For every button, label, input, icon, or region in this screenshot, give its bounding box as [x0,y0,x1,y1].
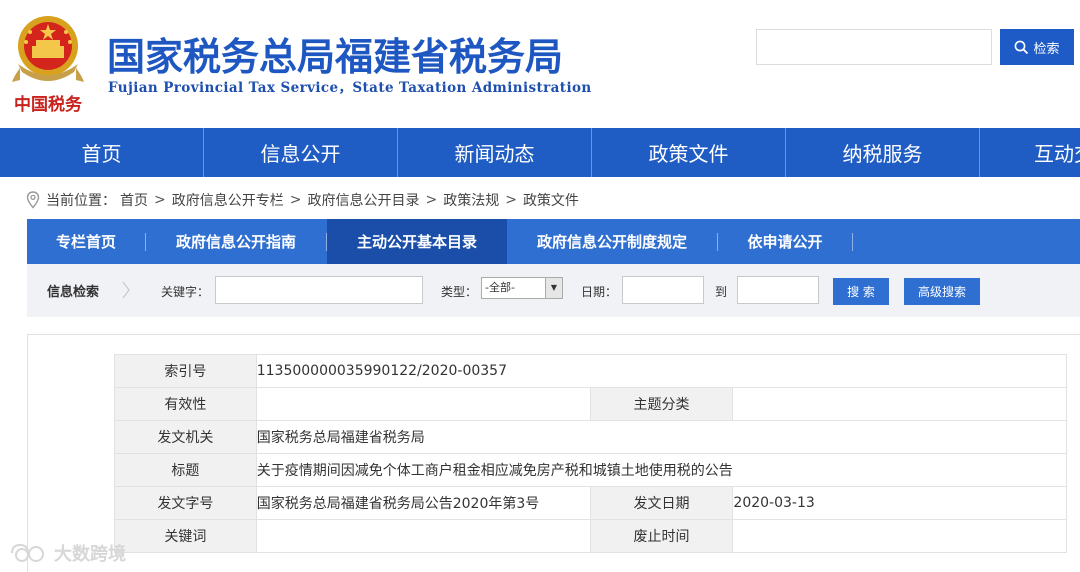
subnav-item-guide[interactable]: 政府信息公开指南 [146,219,326,264]
title-label: 标题 [114,453,257,487]
national-emblem-logo[interactable]: 中国税务 [8,6,88,118]
keywords-value [255,519,591,553]
breadcrumb-info-column[interactable]: 政府信息公开专栏 [172,190,284,210]
breadcrumb-label: 当前位置： [46,193,116,209]
table-row: 发文字号 国家税务总局福建省税务局公告2020年第3号 发文日期 2020-03… [114,486,1067,520]
nav-item-tax-service[interactable]: 纳税服务 [786,128,980,177]
site-search-input[interactable] [756,29,992,65]
sub-nav: 专栏首页 政府信息公开指南 主动公开基本目录 政府信息公开制度规定 依申请公开 [27,219,1080,264]
subnav-item-column-home[interactable]: 专栏首页 [27,219,145,264]
repeal-label: 废止时间 [589,519,734,553]
issue-date-value: 2020-03-13 [732,486,1067,520]
dropdown-arrow-icon[interactable]: ▼ [545,278,562,298]
watermark-text: 大数跨境 [54,544,126,565]
doc-no-value: 国家税务总局福建省税务局公告2020年第3号 [255,486,591,520]
subnav-divider [852,232,853,251]
keyword-label: 关键字： [161,285,210,299]
nav-item-info-disclosure[interactable]: 信息公开 [204,128,398,177]
topic-label: 主题分类 [589,387,734,421]
index-no-label: 索引号 [114,354,257,388]
breadcrumb-separator: > [154,192,166,208]
location-pin-icon [26,191,40,209]
nav-item-interaction[interactable]: 互动交流 [980,128,1080,177]
issuer-label: 发文机关 [114,420,257,454]
table-row: 发文机关 国家税务总局福建省税务局 [114,420,1068,454]
filter-search-button[interactable]: 搜 索 [833,278,889,305]
svg-text:中国税务: 中国税务 [14,94,83,115]
subnav-item-catalog[interactable]: 主动公开基本目录 [327,219,507,264]
advanced-search-button[interactable]: 高级搜索 [904,278,980,305]
breadcrumb-separator: > [289,192,302,208]
table-row: 索引号 113500000035990122/2020-00357 [114,354,1068,388]
watermark: 大数跨境 [8,540,126,566]
type-label: 类型： [441,285,478,299]
date-to-label: 到 [715,285,728,299]
keyword-input[interactable] [215,276,423,304]
breadcrumb: 当前位置： 首页 > 政府信息公开专栏 > 政府信息公开目录 > 政策法规 > … [26,188,579,212]
repeal-value [732,519,1067,553]
date-to-input[interactable] [737,276,819,304]
search-button-label: 检索 [1033,41,1060,57]
table-row: 有效性 主题分类 [114,387,1067,421]
keywords-label: 关键词 [114,519,257,553]
nav-item-news[interactable]: 新闻动态 [398,128,592,177]
issuer-value: 国家税务总局福建省税务局 [255,420,1068,454]
date-label: 日期： [581,285,618,299]
chevron-right-icon [122,281,130,299]
subnav-item-on-request[interactable]: 依申请公开 [718,219,852,264]
site-search-button[interactable]: 检索 [1000,29,1074,65]
topic-value [732,387,1067,421]
date-from-input[interactable] [622,276,704,304]
site-header: 中国税务 国家税务总局福建省税务局 Fujian Provincial Tax … [0,0,1080,128]
info-search-label: 信息检索 [46,285,99,300]
nav-item-policy[interactable]: 政策文件 [592,128,786,177]
info-search-bar: 信息检索 关键字： 类型： -全部- ▼ 日期： 到 搜 索 高级搜索 [27,264,1080,317]
site-subtitle: Fujian Provincial Tax Service，State Taxa… [108,80,592,96]
type-select[interactable]: -全部- ▼ [481,277,563,299]
search-icon [1015,40,1029,54]
type-select-value: -全部- [485,281,515,294]
index-no-value: 113500000035990122/2020-00357 [255,354,1068,388]
issue-date-label: 发文日期 [589,486,734,520]
breadcrumb-home[interactable]: 首页 [120,190,148,210]
doc-no-label: 发文字号 [114,486,257,520]
breadcrumb-separator: > [505,192,517,208]
validity-label: 有效性 [114,387,257,421]
title-value: 关于疫情期间因减免个体工商户租金相应减免房产税和城镇土地使用税的公告 [255,453,1068,487]
table-row: 标题 关于疫情期间因减免个体工商户租金相应减免房产税和城镇土地使用税的公告 [114,453,1068,487]
validity-value [255,387,591,421]
breadcrumb-policy-docs[interactable]: 政策文件 [523,190,579,210]
site-title: 国家税务总局福建省税务局 [107,35,564,79]
breadcrumb-info-catalog[interactable]: 政府信息公开目录 [307,190,419,210]
main-nav: 首页 信息公开 新闻动态 政策文件 纳税服务 互动交流 [0,128,1080,177]
nav-item-home[interactable]: 首页 [0,128,204,177]
subnav-item-regulations[interactable]: 政府信息公开制度规定 [507,219,717,264]
table-row: 关键词 废止时间 [114,519,1067,553]
watermark-logo-icon [11,543,44,562]
breadcrumb-policy-regulations[interactable]: 政策法规 [443,190,499,210]
breadcrumb-separator: > [425,192,438,208]
document-info-table: 索引号 113500000035990122/2020-00357 有效性 主题… [114,354,1068,553]
